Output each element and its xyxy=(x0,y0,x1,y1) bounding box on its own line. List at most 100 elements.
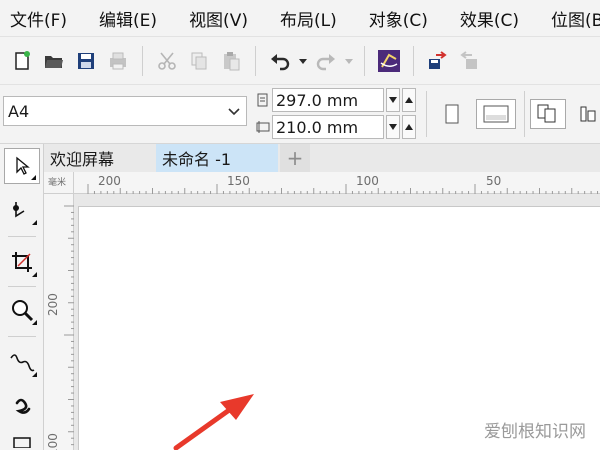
menu-file[interactable]: 文件(F) xyxy=(0,6,73,31)
page-height-icon xyxy=(256,121,270,133)
property-bar-separator xyxy=(524,91,525,137)
tab-welcome-screen[interactable]: 欢迎屏幕 xyxy=(44,144,156,172)
undo-button[interactable] xyxy=(264,43,296,79)
freehand-tool[interactable] xyxy=(4,344,40,380)
toolbar-separator xyxy=(142,45,143,76)
page-width-field[interactable]: 297.0 mm xyxy=(272,88,384,112)
horizontal-ruler[interactable]: 200 150 100 50 xyxy=(74,172,600,194)
import-icon xyxy=(429,50,447,69)
tab-label: 欢迎屏幕 xyxy=(50,150,115,169)
zoom-tool[interactable] xyxy=(4,292,40,328)
page-width-down-button[interactable] xyxy=(386,88,400,112)
page-height-row: 210.0 mm xyxy=(256,115,416,139)
tab-label: 未命名 -1 xyxy=(162,150,232,169)
export-icon xyxy=(460,50,477,69)
drawing-canvas[interactable] xyxy=(74,194,600,450)
artistic-media-tool[interactable] xyxy=(4,388,40,424)
vertical-ruler[interactable]: 200 100 xyxy=(44,194,74,450)
brush-stroke-icon xyxy=(15,398,31,414)
rectangle-tool[interactable] xyxy=(4,432,40,450)
all-pages-button[interactable] xyxy=(530,99,566,129)
toolbox-separator xyxy=(8,286,36,287)
new-document-button[interactable] xyxy=(6,43,38,79)
ruler-label: 100 xyxy=(356,174,379,188)
landscape-icon xyxy=(483,105,509,123)
property-bar: A4 297.0 mm 210.0 mm xyxy=(0,84,600,144)
open-icon xyxy=(45,55,63,68)
print-icon xyxy=(110,52,126,69)
shape-node-icon xyxy=(13,202,25,218)
menu-bar: 文件(F) 编辑(E) 视图(V) 布局(L) 对象(C) 效果(C) 位图(B… xyxy=(0,0,600,36)
app-launcher-button[interactable] xyxy=(373,43,405,79)
menu-view[interactable]: 视图(V) xyxy=(183,6,254,31)
page-width-icon xyxy=(257,93,268,107)
current-page-button[interactable] xyxy=(576,99,600,129)
vertical-ruler-ticks xyxy=(64,205,74,446)
all-pages-icon xyxy=(537,104,556,123)
page-width-up-button[interactable] xyxy=(402,88,416,112)
crop-tool[interactable] xyxy=(4,244,40,280)
page-height-field[interactable]: 210.0 mm xyxy=(272,115,384,139)
undo-dropdown[interactable] xyxy=(296,43,310,79)
print-button[interactable] xyxy=(102,43,134,79)
save-button[interactable] xyxy=(70,43,102,79)
page-width-row: 297.0 mm xyxy=(256,88,416,112)
portrait-icon xyxy=(445,104,459,124)
page-height-down-button[interactable] xyxy=(386,115,400,139)
paste-icon xyxy=(224,51,240,70)
new-document-icon xyxy=(15,50,30,70)
tool-flyout-indicator xyxy=(32,220,37,225)
caret-up-icon xyxy=(405,124,413,130)
shape-tool[interactable] xyxy=(4,192,40,228)
toolbar-separator xyxy=(255,45,256,76)
cut-icon xyxy=(158,51,176,70)
pick-tool[interactable] xyxy=(4,148,40,184)
caret-up-icon xyxy=(405,97,413,103)
caret-down-icon xyxy=(389,97,397,103)
copy-button[interactable] xyxy=(183,43,215,79)
document-page[interactable] xyxy=(78,206,600,450)
redo-dropdown[interactable] xyxy=(342,43,356,79)
ruler-label: 200 xyxy=(46,293,60,316)
paper-size-select[interactable]: A4 xyxy=(3,96,247,126)
menu-bitmaps[interactable]: 位图(B) xyxy=(545,6,600,31)
import-button[interactable] xyxy=(422,43,454,79)
copy-icon xyxy=(191,52,207,69)
menu-object[interactable]: 对象(C) xyxy=(363,6,434,31)
ruler-origin[interactable]: 毫米 xyxy=(44,172,74,194)
toolbox-separator xyxy=(8,336,36,337)
export-button[interactable] xyxy=(454,43,486,79)
standard-toolbar xyxy=(0,36,600,84)
ruler-label: 100 xyxy=(46,433,60,450)
menu-layout[interactable]: 布局(L) xyxy=(274,6,343,31)
document-tabs: 欢迎屏幕 未命名 -1 + xyxy=(44,144,600,172)
menu-edit[interactable]: 编辑(E) xyxy=(93,6,163,31)
current-page-icon xyxy=(580,106,596,122)
new-tab-button[interactable]: + xyxy=(280,144,310,172)
redo-button[interactable] xyxy=(310,43,342,79)
page-height-up-button[interactable] xyxy=(402,115,416,139)
ruler-label: 200 xyxy=(98,174,121,188)
tab-untitled-1[interactable]: 未命名 -1 xyxy=(156,144,278,172)
landscape-button[interactable] xyxy=(476,99,516,129)
pointer-arrow-icon xyxy=(16,156,30,175)
save-icon xyxy=(78,52,94,69)
menu-effects[interactable]: 效果(C) xyxy=(454,6,525,31)
crop-icon xyxy=(12,252,32,272)
portrait-button[interactable] xyxy=(440,99,464,129)
property-bar-separator xyxy=(426,91,427,137)
freehand-curve-icon xyxy=(10,354,35,372)
caret-down-icon xyxy=(389,124,397,130)
cut-button[interactable] xyxy=(151,43,183,79)
ruler-label: 150 xyxy=(227,174,250,188)
page-width-value: 297.0 mm xyxy=(276,90,359,110)
paper-size-value: A4 xyxy=(8,101,30,121)
horizontal-ruler-ticks xyxy=(87,184,599,194)
open-button[interactable] xyxy=(38,43,70,79)
app-launcher-icon xyxy=(378,49,400,72)
paste-button[interactable] xyxy=(215,43,247,79)
toolbox xyxy=(0,144,44,450)
annotation-arrow-icon xyxy=(173,394,254,450)
tool-flyout-indicator xyxy=(31,175,36,180)
tool-flyout-indicator xyxy=(32,320,37,325)
